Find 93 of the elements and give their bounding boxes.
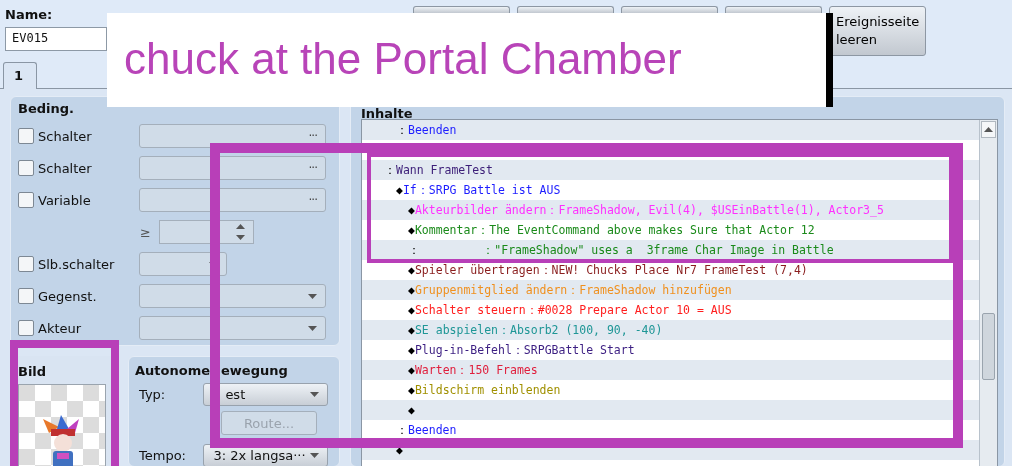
- dropdown[interactable]: [139, 284, 326, 308]
- picker-field[interactable]: ···: [139, 124, 326, 148]
- caret-icon: [310, 453, 319, 458]
- command-text: Akteurbilder ändern：FrameShadow, Evil(4), $USEinBattle(1), Actor3_5: [414, 202, 884, 218]
- checkbox[interactable]: [18, 256, 34, 272]
- command-row[interactable]: ◆Warten：150 Frames: [362, 360, 979, 380]
- command-row[interactable]: ◆SE abspielen：Absorb2 (100, 90, -40): [362, 320, 979, 340]
- command-text: Kommentar：The EventCommand above makes Sure that Actor 12: [414, 222, 815, 238]
- diamond-marker: ◆: [408, 303, 415, 317]
- checkbox[interactable]: [18, 128, 34, 144]
- panel-title: Inhalte: [361, 108, 414, 119]
- panel-title: Beding.: [18, 101, 74, 116]
- command-row[interactable]: ◆Bildschirm einblenden: [362, 380, 979, 400]
- command-text: Wann FrameTest: [396, 163, 493, 177]
- diamond-marker: ◆: [408, 283, 415, 297]
- colon-marker: ：: [396, 422, 408, 438]
- condition-label: Akteur: [38, 320, 83, 336]
- condition-label: Slb.schalter: [38, 256, 116, 272]
- command-row[interactable]: ◆If：SRPG Battle ist AUS: [362, 180, 979, 200]
- picker-field[interactable]: ···: [139, 156, 326, 180]
- command-text: SE abspielen：Absorb2 (100, 90, -40): [414, 322, 663, 338]
- panel-title: Bild: [18, 364, 47, 379]
- command-text: Spieler übertragen：NEW! Chucks Place Nr7 FrameTest (7,4): [414, 262, 808, 278]
- page-button[interactable]: [621, 6, 718, 13]
- command-text: ："FrameShadow" uses a 3frame Char Image in Battle: [481, 242, 834, 258]
- command-row[interactable]: ◆Spieler übertragen：NEW! Chucks Place Nr7 FrameTest (7,4): [362, 260, 979, 280]
- type-dropdown[interactable]: est: [203, 383, 328, 406]
- ellipsis-button[interactable]: ···: [308, 129, 317, 143]
- command-text: Schalter steuern：#0028 Prepare Actor 10 = AUS: [414, 302, 732, 318]
- up-arrow-icon: [984, 127, 993, 132]
- command-row[interactable]: ◆Kommentar：The EventCommand above makes Sure that Actor 12: [362, 220, 979, 240]
- caret-icon: [308, 325, 317, 331]
- diamond-marker: ◆: [408, 363, 415, 377]
- colon-marker: ：: [408, 242, 420, 258]
- condition-label: Variable: [38, 192, 92, 208]
- clear-page-button[interactable]: Ereignisseite leeren: [829, 6, 926, 56]
- diamond-marker: ◆: [396, 183, 403, 197]
- command-text: Bildschirm einblenden: [414, 383, 561, 397]
- name-field[interactable]: EV015: [5, 27, 107, 51]
- diamond-marker: ◆: [408, 203, 415, 217]
- picker-field[interactable]: ···: [139, 188, 326, 212]
- condition-label: Schalter: [38, 160, 93, 176]
- panel-title: ewegung: [221, 363, 288, 378]
- panel-title: Autonome: [135, 363, 211, 378]
- command-text: If：SRPG Battle ist AUS: [402, 182, 561, 198]
- command-row[interactable]: ：Beenden: [362, 120, 979, 140]
- down-arrow-icon: [236, 235, 245, 240]
- comparison-label: ≥: [140, 224, 152, 240]
- scroll-thumb[interactable]: [982, 313, 995, 380]
- command-row[interactable]: ：Beenden: [362, 420, 979, 440]
- diamond-marker: ◆: [408, 403, 415, 417]
- name-label: Name:: [5, 7, 54, 22]
- command-row[interactable]: ◆Plug-in-Befehl：SRPGBattle Start: [362, 340, 979, 360]
- command-text: Beenden: [408, 423, 457, 437]
- command-text: Plug-in-Befehl：SRPGBattle Start: [414, 342, 635, 358]
- checkbox[interactable]: [18, 320, 34, 336]
- command-text: Beenden: [408, 123, 457, 137]
- field-label: Typ:: [138, 387, 167, 402]
- condition-label: Gegenst.: [38, 288, 98, 304]
- ellipsis-button[interactable]: ···: [308, 193, 317, 207]
- page-tab[interactable]: 1: [3, 62, 37, 89]
- diamond-marker: ◆: [408, 343, 415, 357]
- command-row[interactable]: ◆: [362, 400, 979, 420]
- diamond-marker: ◆: [396, 443, 403, 457]
- command-row[interactable]: ：Wann FrameTest: [362, 160, 979, 180]
- dropdown[interactable]: [139, 316, 326, 340]
- annotation-banner: chuck at the Portal Chamber: [107, 13, 833, 107]
- scroll-up-button[interactable]: [981, 121, 996, 138]
- page-button[interactable]: [725, 6, 822, 13]
- command-row[interactable]: ◆Akteurbilder ändern：FrameShadow, Evil(4), $USEinBattle(1), Actor3_5: [362, 200, 979, 220]
- caret-icon: [310, 392, 319, 397]
- command-text: Gruppenmitglied ändern：FrameShadow hinzufügen: [414, 282, 732, 298]
- diamond-marker: ◆: [408, 323, 415, 337]
- colon-marker: ：: [396, 122, 408, 138]
- diamond-marker: ◆: [408, 383, 415, 397]
- condition-label: Schalter: [38, 128, 93, 144]
- command-text: Warten：150 Frames: [414, 362, 538, 378]
- checkbox[interactable]: [18, 160, 34, 176]
- up-arrow-icon: [236, 224, 245, 229]
- diamond-marker: ◆: [408, 263, 415, 277]
- checkbox[interactable]: [18, 288, 34, 304]
- checkbox[interactable]: [18, 192, 34, 208]
- page-button[interactable]: [517, 6, 614, 13]
- scrollbar[interactable]: [979, 120, 997, 466]
- command-row[interactable]: ◆Gruppenmitglied ändern：FrameShadow hinzufügen: [362, 280, 979, 300]
- ellipsis-button[interactable]: ···: [308, 161, 317, 175]
- caret-icon: [308, 293, 317, 299]
- diamond-marker: ◆: [408, 223, 415, 237]
- field-label: Tempo:: [138, 448, 187, 463]
- command-row[interactable]: ◆Schalter steuern：#0028 Prepare Actor 10 = AUS: [362, 300, 979, 320]
- colon-marker: ：: [384, 162, 396, 178]
- page-button[interactable]: [413, 6, 510, 13]
- command-row[interactable]: ： ："FrameShadow" uses a 3frame Char Image in Battle: [362, 240, 979, 260]
